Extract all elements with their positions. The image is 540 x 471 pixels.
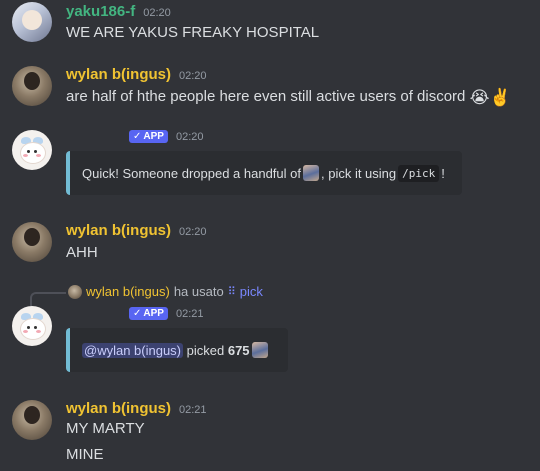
- avatar-bot[interactable]: [12, 306, 52, 346]
- slash-command-icon: ⠿: [227, 286, 236, 298]
- message-text: are half of hthe people here even still …: [66, 88, 466, 105]
- character-thumbnail[interactable]: [302, 165, 319, 181]
- timestamp[interactable]: 02:20: [179, 226, 207, 238]
- crying-emoji-icon[interactable]: 😭: [470, 88, 490, 108]
- timestamp[interactable]: 02:21: [179, 404, 207, 416]
- app-badge: ✓ APP: [129, 130, 168, 143]
- message-text: WE ARE YAKUS FREAKY HOSPITAL: [66, 24, 320, 41]
- username-wylan[interactable]: wylan b(ingus): [66, 400, 171, 417]
- reply-connector: [30, 292, 66, 306]
- avatar-wylan[interactable]: [12, 400, 52, 440]
- checkmark-icon: ✓: [133, 308, 142, 319]
- reply-preview[interactable]: wylan b(ingus) ha usato ⠿ pick: [68, 284, 263, 299]
- timestamp[interactable]: 02:21: [176, 308, 204, 320]
- avatar-yaku[interactable]: [12, 2, 52, 42]
- timestamp[interactable]: 02:20: [179, 70, 207, 82]
- message-text: AHH: [66, 244, 98, 261]
- reply-username[interactable]: wylan b(ingus): [86, 284, 170, 299]
- checkmark-icon: ✓: [133, 131, 142, 142]
- victory-hand-emoji-icon[interactable]: ✌️: [489, 88, 510, 108]
- embed-text: picked: [186, 342, 225, 358]
- username-yaku[interactable]: yaku186-f: [66, 3, 135, 20]
- avatar-wylan[interactable]: [12, 222, 52, 262]
- avatar-wylan[interactable]: [12, 66, 52, 106]
- avatar-bot[interactable]: [12, 130, 52, 170]
- drop-embed: Quick! Someone dropped a handful of , pi…: [66, 151, 462, 195]
- app-badge: ✓ APP: [129, 307, 168, 320]
- reply-avatar[interactable]: [68, 284, 82, 299]
- username-wylan[interactable]: wylan b(ingus): [66, 222, 171, 239]
- timestamp[interactable]: 02:20: [143, 7, 171, 19]
- timestamp[interactable]: 02:20: [176, 131, 204, 143]
- character-thumbnail[interactable]: [251, 342, 268, 358]
- embed-text-end: !: [441, 165, 445, 181]
- embed-text-middle: , pick it using: [320, 165, 397, 181]
- user-mention[interactable]: @wylan b(ingus): [82, 342, 184, 358]
- message-line: MINE: [66, 446, 104, 463]
- embed-text-start: Quick! Someone dropped a handful of: [82, 165, 301, 181]
- message-body: are half of hthe people here even still …: [66, 88, 511, 108]
- pick-command-code: /pick: [398, 164, 440, 182]
- reply-command-link[interactable]: pick: [240, 284, 263, 299]
- username-wylan[interactable]: wylan b(ingus): [66, 66, 171, 83]
- message-line: MY MARTY: [66, 420, 145, 437]
- reply-text: ha usato: [173, 284, 224, 299]
- picked-number: 675: [227, 342, 250, 358]
- pick-result-embed: @wylan b(ingus) picked 675: [66, 328, 288, 372]
